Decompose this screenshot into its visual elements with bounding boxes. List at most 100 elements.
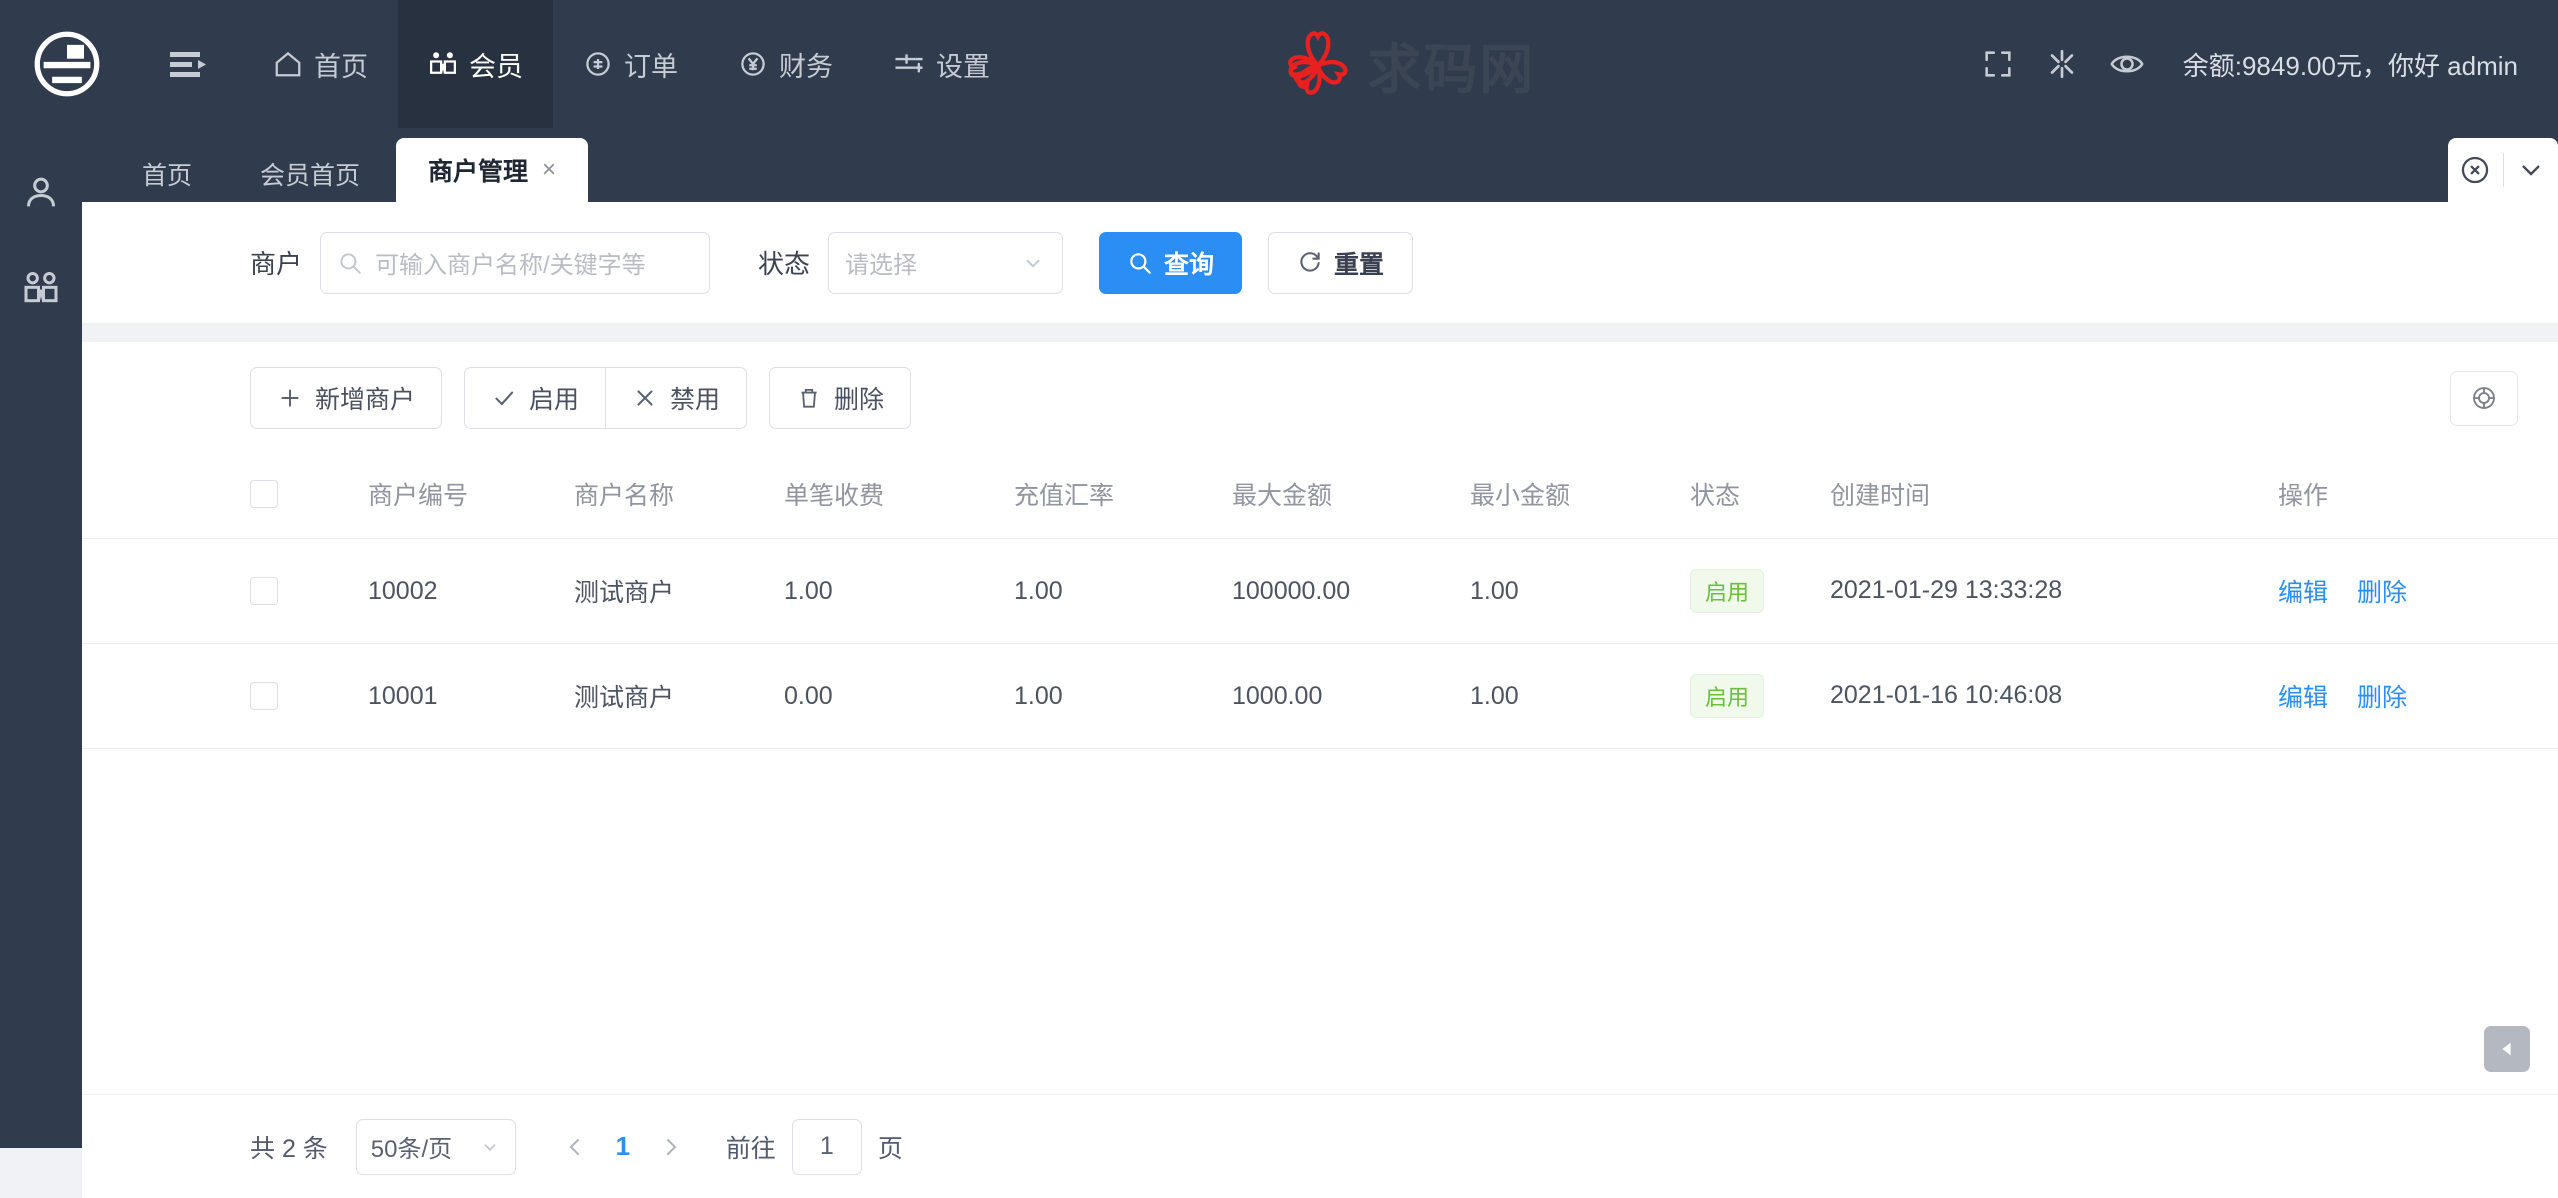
sidebar-item-user[interactable] [14, 166, 68, 220]
company-logo-icon [34, 31, 99, 97]
table-settings-button[interactable] [2450, 370, 2518, 426]
cell-merchant-no: 10001 [368, 643, 574, 749]
table-row[interactable]: 10002 测试商户 1.00 1.00 100000.00 1.00 启用 2… [82, 538, 2558, 644]
plus-icon [281, 389, 299, 407]
nav-item-members[interactable]: 会员 [398, 0, 553, 128]
nav-item-members-label: 会员 [469, 51, 523, 82]
topbar-right-controls: 余额:9849.00元，你好 admin [1981, 0, 2558, 128]
tab-home[interactable]: 首页 [110, 146, 224, 202]
cell-rate: 1.00 [1014, 643, 1232, 749]
filter-card: 商户 可输入商户名称/关键字等 状态 请选择 查询 重置 [82, 202, 2558, 324]
table-toolbar: 新增商户 启用 禁用 删除 [82, 342, 2558, 454]
merchant-table-card: 新增商户 启用 禁用 删除 商户编号 商户名称 单笔收费 充值汇率 最大金额 最… [82, 342, 2558, 1094]
page-unit-label: 页 [877, 1134, 903, 1163]
cell-status: 启用 [1690, 643, 1830, 749]
enable-disable-group: 启用 禁用 [464, 367, 748, 429]
nav-item-settings[interactable]: 设置 [863, 0, 1020, 128]
table-body: 10002 测试商户 1.00 1.00 100000.00 1.00 启用 2… [82, 538, 2558, 749]
tab-dropdown-button[interactable] [2503, 138, 2558, 202]
page-size-value: 50条/页 [370, 1136, 453, 1163]
nav-item-home-label: 首页 [314, 51, 368, 82]
chevron-down-icon [1026, 259, 1040, 268]
theme-icon[interactable] [2045, 47, 2079, 81]
refresh-icon [1300, 251, 1320, 272]
add-merchant-label: 新增商户 [315, 386, 416, 414]
nav-item-finance-label: 财务 [779, 51, 833, 82]
nav-item-order-label: 订单 [624, 51, 678, 82]
goto-page-input[interactable]: 1 [791, 1118, 862, 1175]
nav-item-home[interactable]: 首页 [243, 0, 398, 128]
trash-icon [801, 388, 817, 408]
members-icon [428, 49, 458, 79]
merchant-search-input[interactable]: 可输入商户名称/关键字等 [320, 231, 711, 294]
cell-max-amount: 100000.00 [1232, 538, 1470, 644]
row-select-cell [82, 538, 368, 644]
query-button-label: 查询 [1164, 250, 1215, 279]
edit-link[interactable]: 编辑 [2278, 684, 2328, 712]
menu-toggle-button[interactable] [133, 0, 243, 128]
red-flower-logo-icon [1288, 31, 1348, 95]
select-all-header [82, 454, 368, 539]
left-sidebar-rail [0, 128, 82, 1148]
status-badge: 启用 [1690, 674, 1765, 718]
sidebar-item-members[interactable] [14, 262, 68, 316]
row-checkbox[interactable] [250, 682, 278, 710]
row-checkbox[interactable] [250, 577, 278, 605]
merchant-filter-label: 商户 [250, 249, 303, 279]
cell-merchant-no: 10002 [368, 538, 574, 644]
cell-created-at: 2021-01-16 10:46:08 [1830, 643, 2220, 749]
col-min-amount: 最小金额 [1470, 454, 1690, 539]
col-created-at: 创建时间 [1830, 454, 2220, 539]
settings-sliders-icon [893, 49, 925, 79]
cell-single-fee: 0.00 [784, 643, 1014, 749]
page-size-select[interactable]: 50条/页 [355, 1118, 516, 1175]
nav-item-settings-label: 设置 [936, 51, 990, 82]
chevron-down-icon [2522, 165, 2540, 176]
edit-link[interactable]: 编辑 [2278, 579, 2328, 607]
tab-merchant-management-label: 商户管理 [428, 158, 529, 186]
col-max-amount: 最大金额 [1232, 454, 1470, 539]
merchant-search-placeholder: 可输入商户名称/关键字等 [375, 252, 646, 279]
delete-link[interactable]: 删除 [2357, 579, 2407, 607]
brand-watermark-text: 求码网 [1367, 37, 1536, 101]
collapse-panel-handle[interactable] [2484, 1026, 2530, 1072]
home-icon [273, 49, 303, 79]
enable-button[interactable]: 启用 [464, 367, 607, 429]
cell-created-at: 2021-01-29 13:33:28 [1830, 538, 2220, 644]
merchant-table: 商户编号 商户名称 单笔收费 充值汇率 最大金额 最小金额 状态 创建时间 操作… [82, 454, 2558, 749]
query-button[interactable]: 查询 [1099, 231, 1243, 294]
brand-watermark: 求码网 [1020, 0, 1981, 128]
search-icon [1130, 252, 1151, 274]
tab-members-home[interactable]: 会员首页 [228, 146, 392, 202]
cell-actions: 编辑 删除 [2220, 538, 2558, 644]
table-row[interactable]: 10001 测试商户 0.00 1.00 1000.00 1.00 启用 202… [82, 643, 2558, 749]
nav-item-finance[interactable]: 财务 [708, 0, 863, 128]
status-select[interactable]: 请选择 [828, 231, 1064, 294]
delete-button[interactable]: 删除 [769, 367, 912, 429]
disable-button[interactable]: 禁用 [606, 367, 748, 429]
col-status: 状态 [1690, 454, 1830, 539]
disable-label: 禁用 [670, 386, 721, 414]
cell-actions: 编辑 删除 [2220, 643, 2558, 749]
tab-merchant-management[interactable]: 商户管理 × [396, 138, 589, 202]
filter-bar: 商户 可输入商户名称/关键字等 状态 请选择 查询 重置 [82, 202, 2558, 324]
app-logo[interactable] [0, 0, 133, 128]
nav-item-order[interactable]: 订单 [553, 0, 708, 128]
page-number-1[interactable]: 1 [600, 1131, 646, 1162]
chevron-left-icon [569, 1138, 579, 1155]
close-all-tabs-button[interactable] [2448, 138, 2503, 202]
cell-status: 启用 [1690, 538, 1830, 644]
add-merchant-button[interactable]: 新增商户 [250, 367, 443, 429]
prev-page-button[interactable] [550, 1122, 600, 1172]
status-select-value: 请选择 [845, 252, 918, 279]
fullscreen-icon[interactable] [1981, 47, 2015, 81]
close-icon[interactable]: × [542, 156, 556, 184]
delete-link[interactable]: 删除 [2357, 684, 2407, 712]
reset-button[interactable]: 重置 [1268, 231, 1414, 294]
reset-button-label: 重置 [1334, 250, 1385, 279]
eye-icon[interactable] [2109, 47, 2145, 81]
next-page-button[interactable] [646, 1122, 696, 1172]
col-rate: 充值汇率 [1014, 454, 1232, 539]
select-all-checkbox[interactable] [250, 480, 278, 508]
col-actions: 操作 [2220, 454, 2558, 539]
